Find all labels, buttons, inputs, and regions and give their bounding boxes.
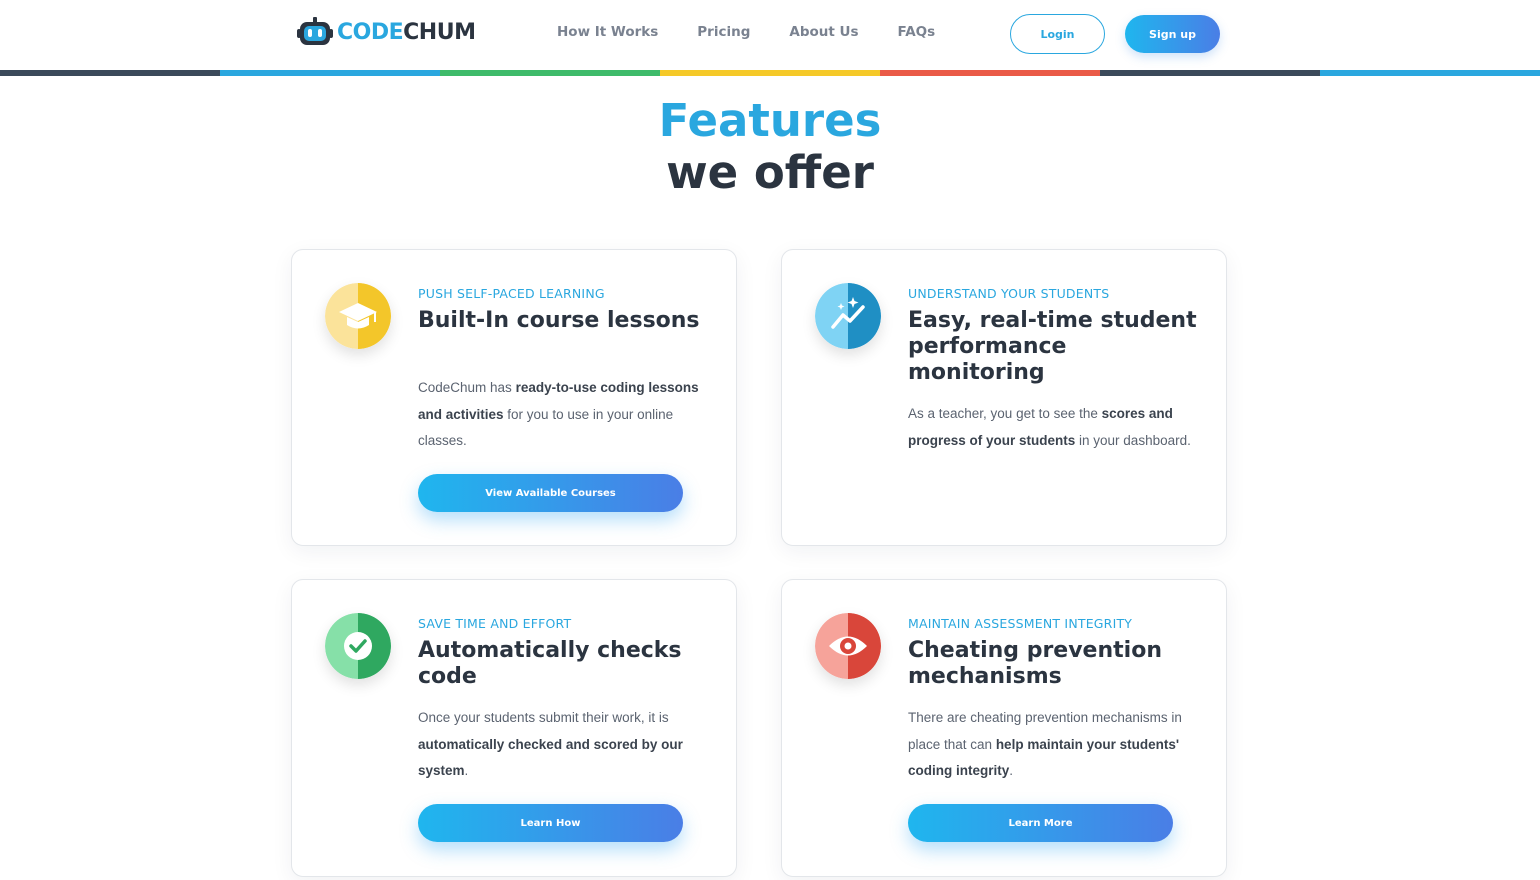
color-stripe-segment — [660, 70, 880, 76]
card-description: As a teacher, you get to see the scores … — [908, 406, 1191, 448]
feature-card-lessons: PUSH SELF-PACED LEARNING Built-In course… — [291, 249, 737, 546]
page-title: Features we offer — [0, 95, 1540, 199]
feature-card-monitoring: UNDERSTAND YOUR STUDENTS Easy, real-time… — [781, 249, 1227, 546]
nav-about-us[interactable]: About Us — [789, 24, 858, 40]
feature-card-cheating-prevention: MAINTAIN ASSESSMENT INTEGRITY Cheating p… — [781, 579, 1227, 877]
feature-card-autocheck: SAVE TIME AND EFFORT Automatically check… — [291, 579, 737, 877]
site-header: CODECHUM How It Works Pricing About Us F… — [0, 0, 1540, 70]
color-stripe-segment — [0, 70, 220, 76]
card-heading: Cheating prevention mechanisms — [908, 638, 1162, 689]
title-line-1: Features — [658, 94, 882, 147]
card-heading: Easy, real-time student performance moni… — [908, 308, 1197, 385]
card-eyebrow: MAINTAIN ASSESSMENT INTEGRITY — [908, 616, 1133, 631]
learn-how-button[interactable]: Learn How — [418, 804, 683, 842]
title-line-2: we offer — [666, 146, 874, 199]
card-heading: Built-In course lessons — [418, 308, 700, 333]
card-description: Once your students submit their work, it… — [418, 710, 683, 778]
checkmark-icon — [325, 613, 391, 679]
signup-button[interactable]: Sign up — [1125, 15, 1220, 53]
card-heading: Automatically checks code — [418, 638, 682, 689]
main-nav: How It Works Pricing About Us FAQs — [557, 24, 974, 40]
graduation-cap-icon — [325, 283, 391, 349]
login-button[interactable]: Login — [1010, 14, 1105, 54]
learn-more-button[interactable]: Learn More — [908, 804, 1173, 842]
color-stripe-segment — [1320, 70, 1540, 76]
color-stripe-segment — [1100, 70, 1320, 76]
card-description: There are cheating prevention mechanisms… — [908, 710, 1182, 778]
card-description: CodeChum has ready-to-use coding lessons… — [418, 380, 699, 448]
card-eyebrow: SAVE TIME AND EFFORT — [418, 616, 572, 631]
codechum-logo[interactable]: CODECHUM — [297, 12, 476, 52]
eye-icon — [815, 613, 881, 679]
nav-pricing[interactable]: Pricing — [697, 24, 750, 40]
view-available-courses-button[interactable]: View Available Courses — [418, 474, 683, 512]
color-stripe-segment — [220, 70, 440, 76]
robot-logo-icon — [297, 17, 333, 45]
card-eyebrow: PUSH SELF-PACED LEARNING — [418, 286, 605, 301]
color-stripe-segment — [880, 70, 1100, 76]
logo-wordmark: CODECHUM — [337, 19, 476, 45]
color-stripe-segment — [440, 70, 660, 76]
analytics-sparkle-icon — [815, 283, 881, 349]
card-eyebrow: UNDERSTAND YOUR STUDENTS — [908, 286, 1110, 301]
nav-how-it-works[interactable]: How It Works — [557, 24, 658, 40]
nav-faqs[interactable]: FAQs — [898, 24, 936, 40]
color-stripe — [0, 70, 1540, 76]
